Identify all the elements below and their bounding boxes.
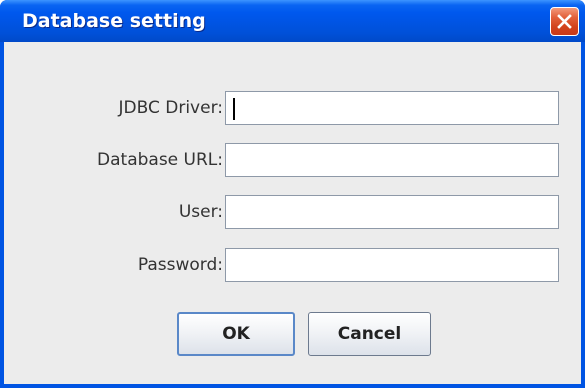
jdbc-driver-label: JDBC Driver: (118, 98, 223, 118)
jdbc-driver-input[interactable] (225, 91, 559, 125)
database-url-input[interactable] (225, 143, 559, 177)
user-input[interactable] (225, 195, 559, 229)
window-title: Database setting (22, 10, 206, 32)
close-button[interactable] (550, 7, 579, 36)
dialog-window: Database setting JDBC Driver: Database U… (0, 0, 585, 388)
password-input[interactable] (225, 248, 559, 282)
password-label: Password: (137, 255, 223, 275)
cancel-button[interactable]: Cancel (308, 312, 431, 356)
password-row: Password: (4, 247, 581, 283)
title-bar[interactable]: Database setting (0, 0, 585, 42)
user-row: User: (4, 194, 581, 230)
database-url-label: Database URL: (97, 150, 223, 170)
user-label: User: (178, 202, 223, 222)
ok-button[interactable]: OK (177, 312, 295, 356)
close-x-icon (557, 14, 572, 29)
text-caret (233, 98, 235, 120)
dialog-content: JDBC Driver: Database URL: User: Passwor… (4, 42, 581, 384)
jdbc-driver-row: JDBC Driver: (4, 90, 581, 126)
database-url-row: Database URL: (4, 142, 581, 178)
